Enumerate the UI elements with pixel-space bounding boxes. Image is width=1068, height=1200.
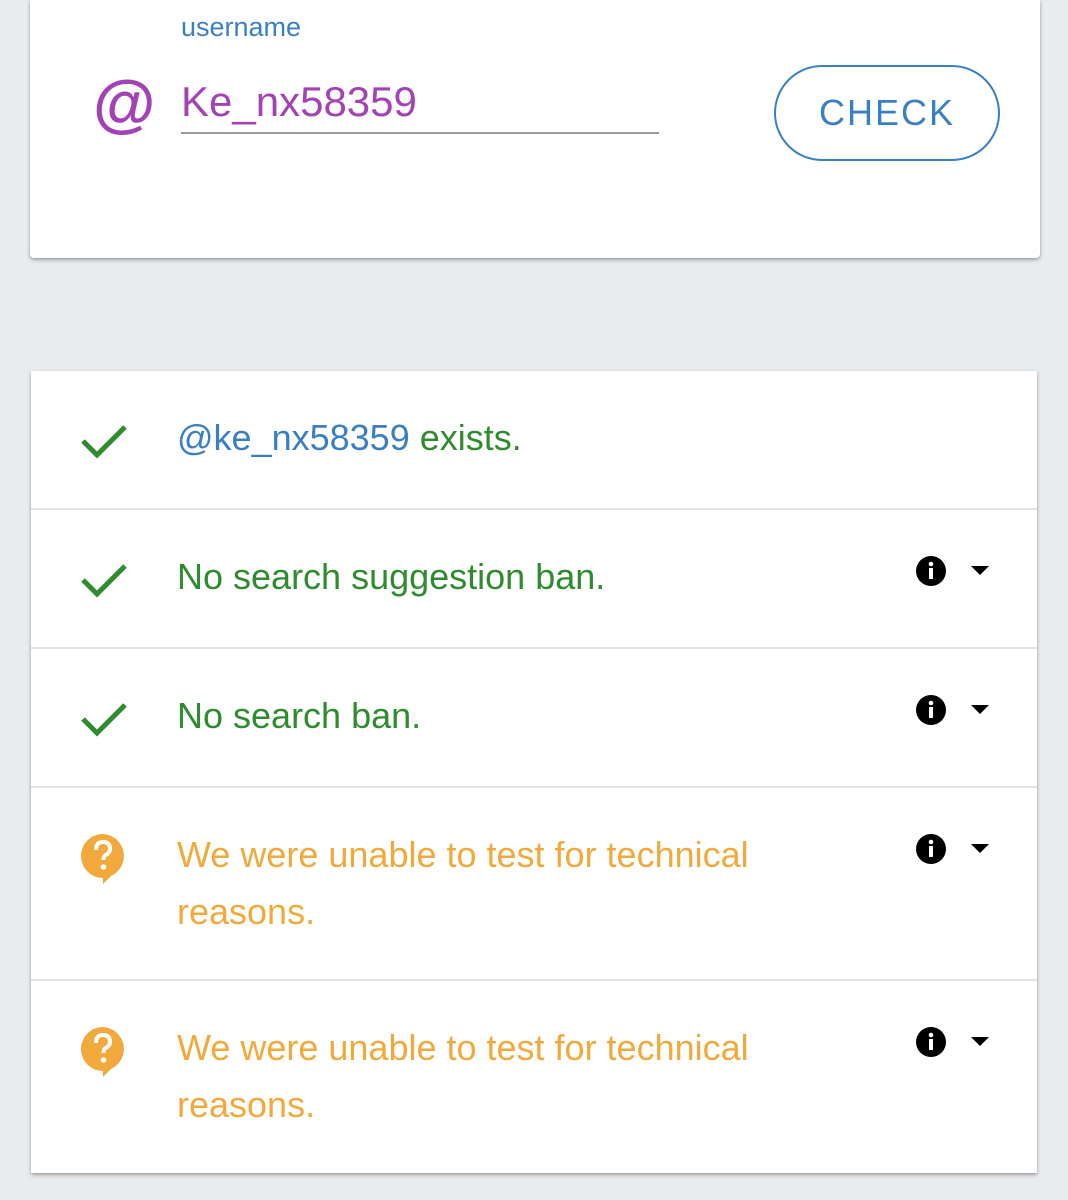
results-card: @ke_nx58359 exists. No search suggestion… (31, 371, 1037, 1173)
result-row-search-ban: No search ban. (31, 649, 1037, 788)
chevron-down-icon[interactable] (971, 1037, 989, 1047)
chevron-down-icon[interactable] (971, 844, 989, 854)
check-button[interactable]: CHECK (774, 65, 1000, 161)
question-bubble-icon (81, 1027, 124, 1077)
chevron-down-icon[interactable] (971, 566, 989, 576)
result-text: No search suggestion ban. (177, 556, 606, 597)
check-icon (81, 425, 127, 459)
result-text: No search ban. (177, 695, 422, 736)
result-text: @ke_nx58359 exists. (177, 417, 522, 458)
check-icon (81, 703, 127, 737)
at-sign-icon: @ (92, 68, 155, 140)
info-icon[interactable] (915, 694, 947, 726)
question-bubble-icon (81, 834, 124, 884)
result-row-unknown-2: We were unable to test for technical rea… (31, 981, 1037, 1173)
result-row-exists: @ke_nx58359 exists. (31, 371, 1037, 510)
result-text: We were unable to test for technical rea… (177, 834, 749, 932)
username-form-card: username @ CHECK (30, 0, 1040, 258)
username-label: username (181, 12, 302, 42)
result-text: We were unable to test for technical rea… (177, 1027, 749, 1125)
username-handle[interactable]: @ke_nx58359 (177, 417, 410, 458)
info-icon[interactable] (915, 833, 947, 865)
username-input[interactable] (181, 72, 659, 134)
check-icon (81, 564, 127, 598)
chevron-down-icon[interactable] (971, 705, 989, 715)
info-icon[interactable] (915, 555, 947, 587)
info-icon[interactable] (915, 1026, 947, 1058)
result-row-search-suggestion-ban: No search suggestion ban. (31, 510, 1037, 649)
result-row-unknown-1: We were unable to test for technical rea… (31, 788, 1037, 981)
